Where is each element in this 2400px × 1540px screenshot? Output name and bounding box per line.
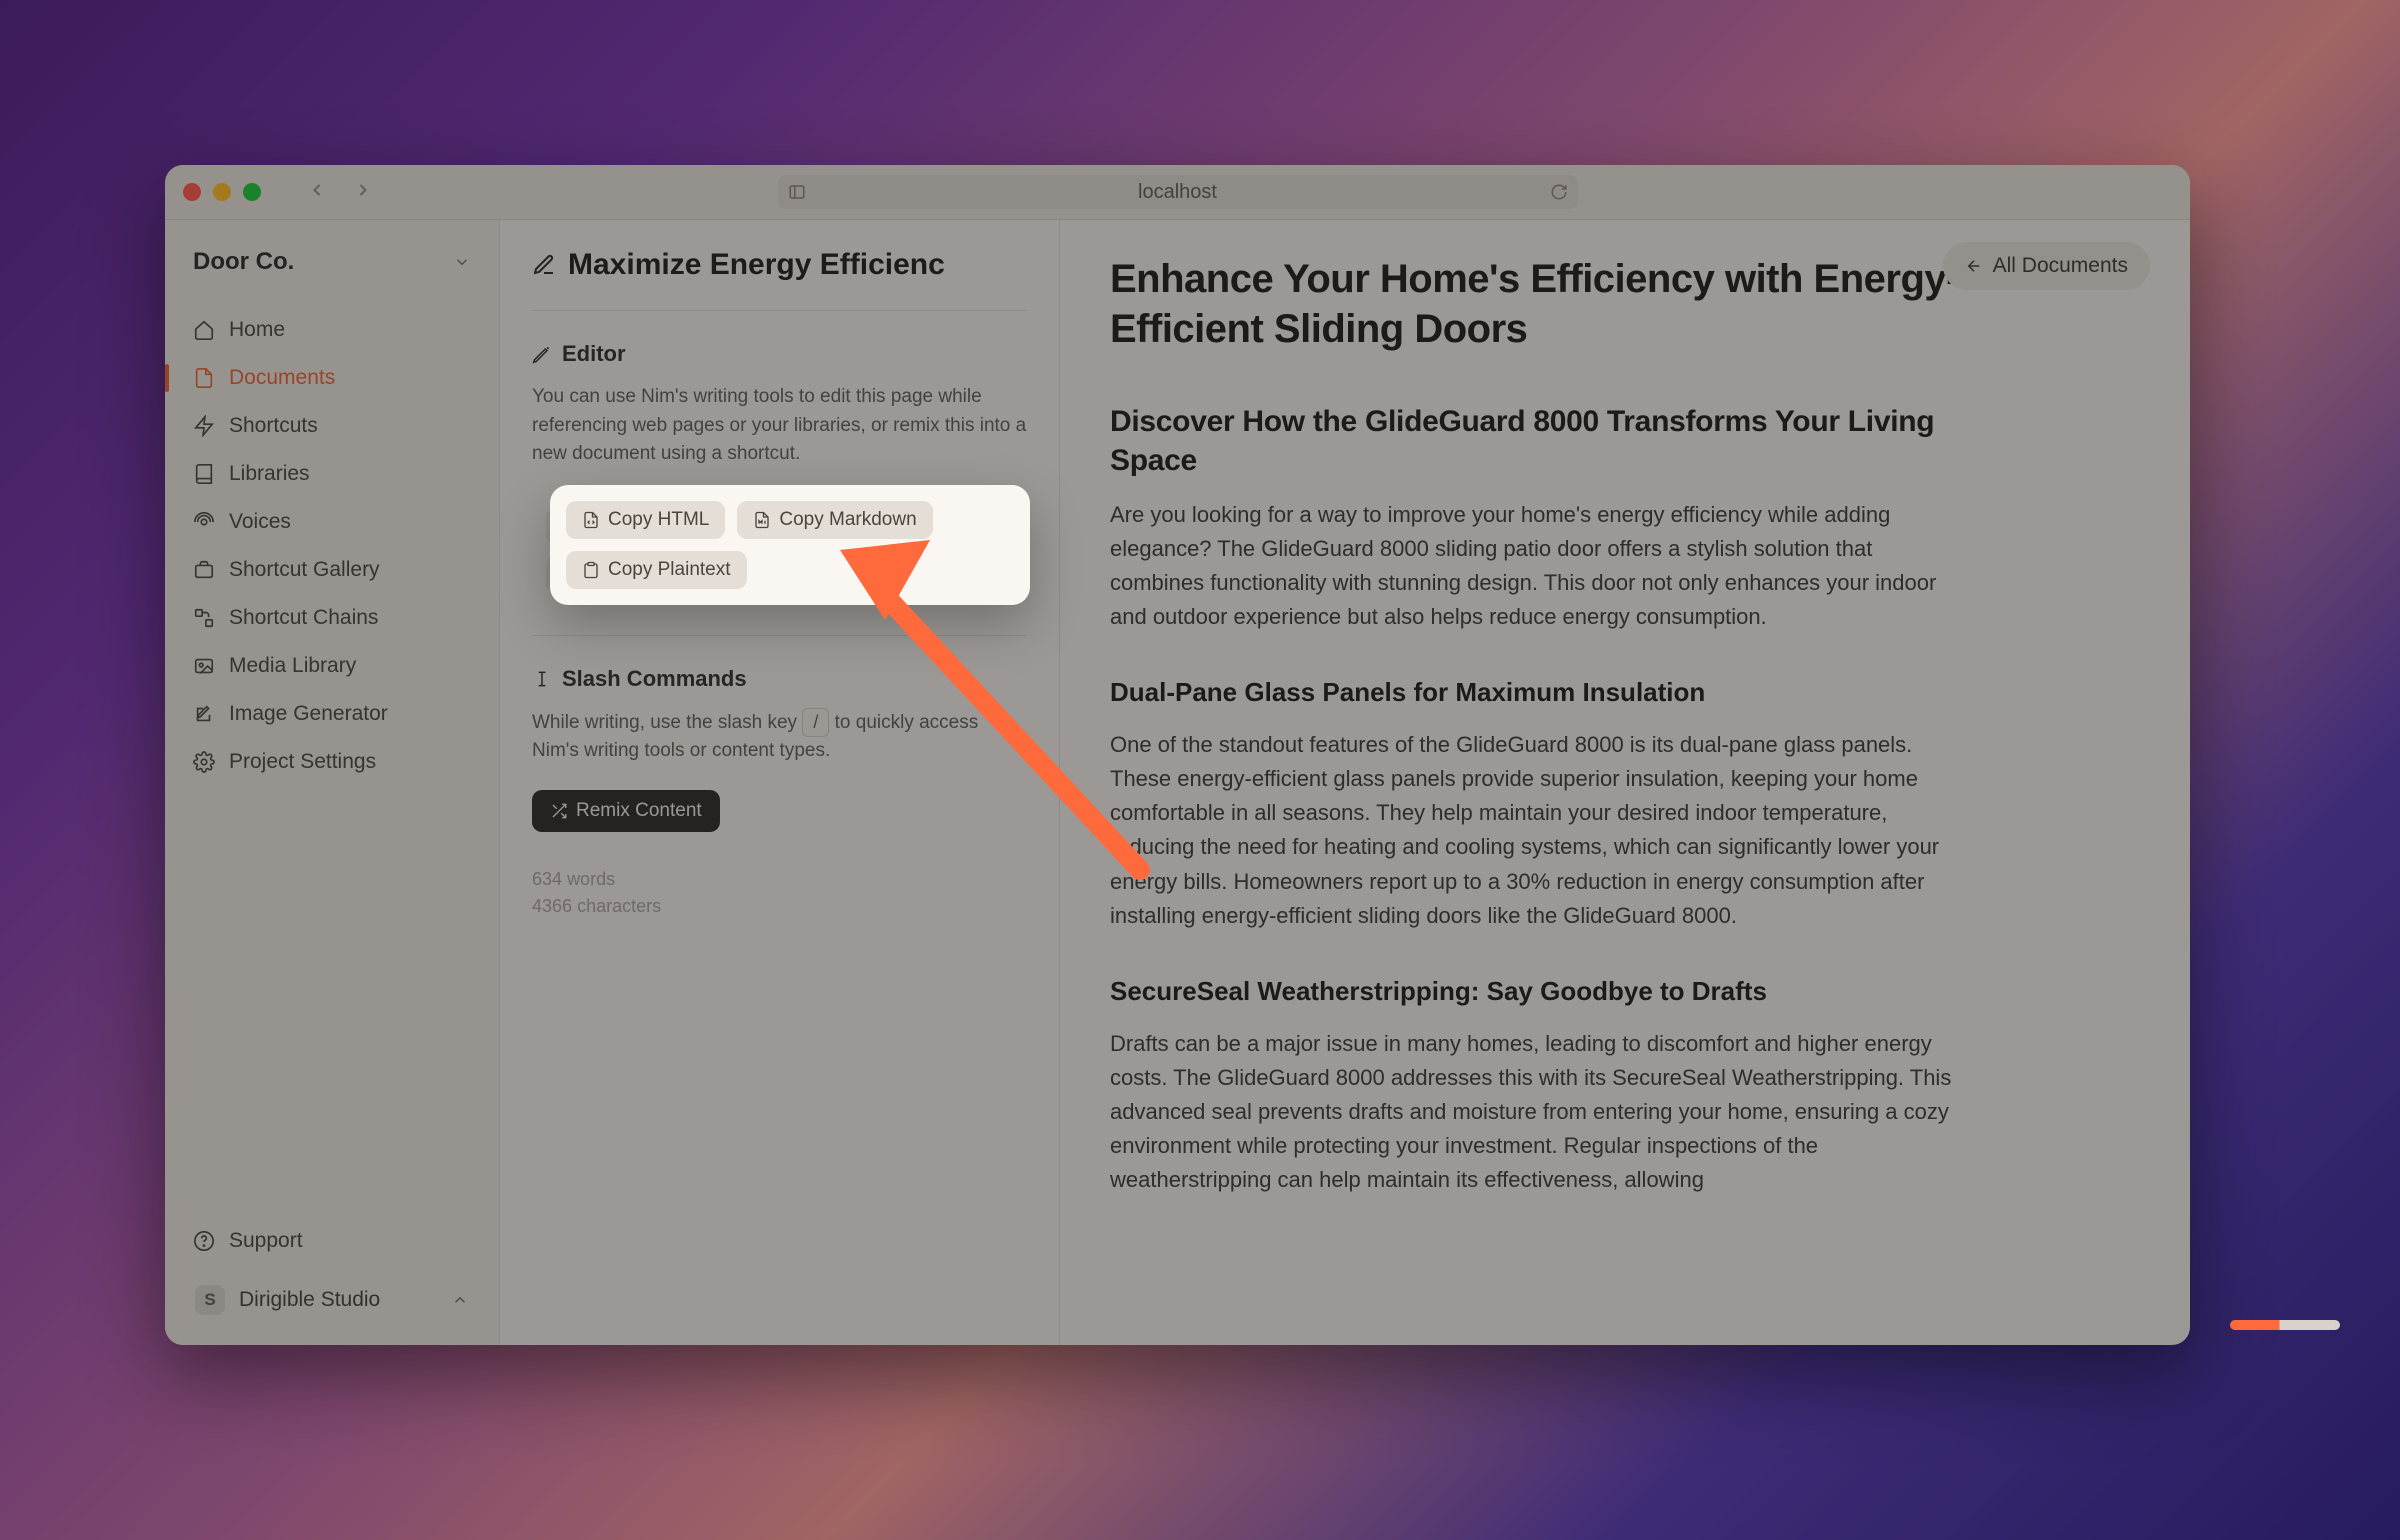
article-paragraph: Drafts can be a major issue in many home… [1110,1027,1970,1197]
slash-key-badge: / [802,708,829,737]
sidebar-item-project-settings[interactable]: Project Settings [175,740,489,784]
sidebar-item-label: Project Settings [229,750,376,774]
sidebar-item-shortcuts[interactable]: Shortcuts [175,404,489,448]
editor-section-desc: You can use Nim's writing tools to edit … [532,383,1027,469]
studio-name: Dirigible Studio [239,1288,380,1312]
divider [532,635,1027,636]
sidebar-item-label: Shortcut Gallery [229,558,380,582]
documents-icon [193,367,215,389]
sidebar-item-label: Shortcut Chains [229,606,378,630]
sidebar-item-media-library[interactable]: Media Library [175,644,489,688]
markdown-file-icon [753,511,771,529]
slash-section-desc: While writing, use the slash key / to qu… [532,708,1027,766]
address-bar[interactable]: localhost [778,175,1578,209]
document-stats: 634 words 4366 characters [532,866,1027,920]
sidebar-toggle-icon[interactable] [788,183,806,207]
window-controls [183,183,261,201]
shortcuts-icon [193,415,215,437]
sidebar-item-label: Home [229,318,285,342]
studio-switcher[interactable]: S Dirigible Studio [181,1273,483,1327]
address-text: localhost [1138,181,1217,204]
chevron-up-icon [451,1291,469,1309]
arrow-left-icon [1965,257,1983,275]
media-icon [193,655,215,677]
slash-section-heading: Slash Commands [532,666,1027,692]
article-paragraph: One of the standout features of the Glid… [1110,728,1970,933]
workspace-switcher[interactable]: Door Co. [165,242,499,300]
libraries-icon [193,463,215,485]
sidebar-item-home[interactable]: Home [175,308,489,352]
divider [532,310,1027,311]
sidebar-item-voices[interactable]: Voices [175,500,489,544]
copy-html-button[interactable]: Copy HTML [566,501,725,539]
settings-icon [193,751,215,773]
chains-icon [193,607,215,629]
workspace-name: Door Co. [193,248,294,276]
copy-plaintext-button[interactable]: Copy Plaintext [566,551,747,589]
sidebar-item-label: Voices [229,510,291,534]
shuffle-icon [550,802,568,820]
sidebar-item-image-generator[interactable]: Image Generator [175,692,489,736]
sidebar-item-label: Libraries [229,462,310,486]
article-h2: Discover How the GlideGuard 8000 Transfo… [1110,402,1970,480]
minimize-window-button[interactable] [213,183,231,201]
sidebar-item-documents[interactable]: Documents [175,356,489,400]
pen-icon [532,344,552,364]
edit-icon [532,253,556,277]
sidebar-item-label: Shortcuts [229,414,318,438]
sidebar-item-label: Image Generator [229,702,388,726]
article-h3: Dual-Pane Glass Panels for Maximum Insul… [1110,676,1970,710]
document-content: All Documents Enhance Your Home's Effici… [1060,220,2190,1345]
sidebar-item-shortcut-gallery[interactable]: Shortcut Gallery [175,548,489,592]
article-h1: Enhance Your Home's Efficiency with Ener… [1110,254,1970,354]
text-cursor-icon [532,669,552,689]
gallery-icon [193,559,215,581]
copy-markdown-button[interactable]: Copy Markdown [737,501,932,539]
support-label: Support [229,1229,303,1253]
close-window-button[interactable] [183,183,201,201]
article-h3: SecureSeal Weatherstripping: Say Goodbye… [1110,975,1970,1009]
fullscreen-window-button[interactable] [243,183,261,201]
editor-section-heading: Editor [532,341,1027,367]
sidebar: Door Co. Home Documents Shortcuts [165,220,500,1345]
article-paragraph: Are you looking for a way to improve you… [1110,498,1970,634]
editor-panel: Maximize Energy Efficienc Editor You can… [500,220,1060,1345]
remix-content-button[interactable]: Remix Content [532,790,720,832]
app-window: localhost Door Co. Home [165,165,2190,1345]
browser-titlebar: localhost [165,165,2190,220]
document-title-input[interactable]: Maximize Energy Efficienc [568,248,945,282]
sidebar-item-support[interactable]: Support [165,1219,499,1263]
sidebar-item-label: Documents [229,366,335,390]
nav-back-button[interactable] [307,180,327,205]
copy-popover: Copy HTML Copy Markdown Copy Plaintext [550,485,1030,605]
sidebar-item-label: Media Library [229,654,356,678]
studio-avatar: S [195,1285,225,1315]
all-documents-button[interactable]: All Documents [1943,242,2150,290]
home-icon [193,319,215,341]
voices-icon [193,511,215,533]
reload-icon[interactable] [1550,183,1568,207]
chevron-down-icon [453,253,471,271]
image-gen-icon [193,703,215,725]
sidebar-item-shortcut-chains[interactable]: Shortcut Chains [175,596,489,640]
help-icon [193,1230,215,1252]
nav-forward-button[interactable] [353,180,373,205]
sidebar-item-libraries[interactable]: Libraries [175,452,489,496]
code-file-icon [582,511,600,529]
clipboard-icon [582,561,600,579]
progress-indicator [2230,1320,2340,1330]
